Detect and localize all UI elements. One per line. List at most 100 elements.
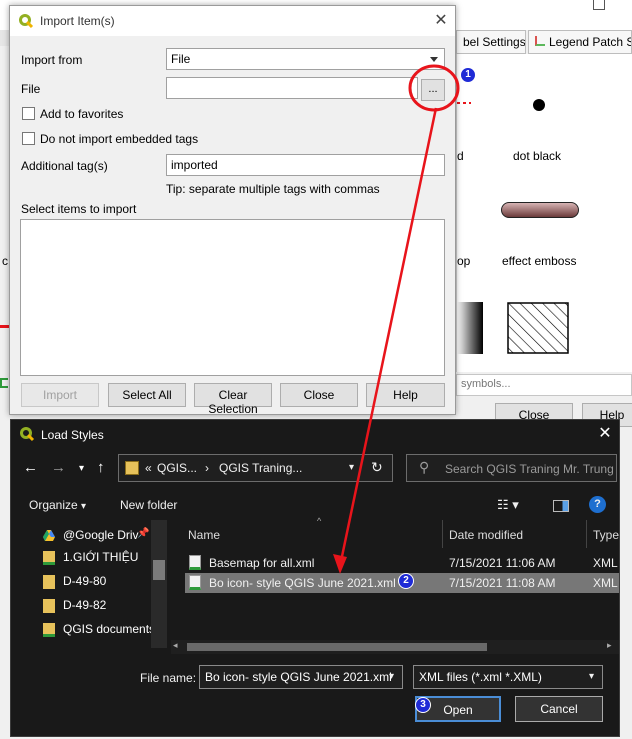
button-label: Clear Selection <box>208 388 258 416</box>
button-label: ... <box>428 83 438 95</box>
pin-icon: 📌 <box>137 528 150 539</box>
xml-file-icon <box>189 575 201 590</box>
horizontal-scrollbar[interactable]: ◂ ▸ <box>171 640 619 654</box>
search-placeholder: Search QGIS Traning Mr. Trung <box>445 462 614 476</box>
chevron-down-icon[interactable]: ▾ <box>589 671 594 682</box>
close-icon[interactable]: ✕ <box>595 424 615 444</box>
sidebar-label: D-49-80 <box>63 574 107 588</box>
file-date: 7/15/2021 11:08 AM <box>449 576 556 590</box>
file-name-row: File name: Bo icon- style QGIS June 2021… <box>11 664 619 692</box>
additional-tags-input[interactable]: imported <box>166 154 445 176</box>
file-date: 7/15/2021 11:06 AM <box>449 556 556 570</box>
items-list[interactable] <box>20 219 445 376</box>
close-icon[interactable]: ✕ <box>430 10 452 32</box>
organize-button[interactable]: Organize ▾ <box>29 498 86 512</box>
scrollbar-thumb[interactable] <box>187 643 487 651</box>
select-all-button[interactable]: Select All <box>108 383 186 407</box>
import-button[interactable]: Import <box>21 383 99 407</box>
add-to-favorites-label: Add to favorites <box>40 107 124 121</box>
file-type-select[interactable]: XML files (*.xml *.XML) <box>413 665 603 689</box>
step-badge-1: 1 <box>460 67 476 83</box>
breadcrumb-part[interactable]: QGIS Traning... <box>219 461 302 475</box>
gradient-fill-symbol[interactable] <box>457 302 483 354</box>
breadcrumb-part[interactable]: QGIS... <box>157 461 197 475</box>
chevron-down-icon[interactable]: ▾ <box>79 463 84 474</box>
up-arrow-icon[interactable]: ↑ <box>97 459 105 476</box>
dialog-title: Import Item(s) <box>40 14 115 28</box>
sidebar-label: 1.GIỚI THIỆU <box>63 550 139 564</box>
qgis-icon <box>20 427 35 442</box>
file-name: Basemap for all.xml <box>209 556 315 570</box>
select-items-label: Select items to import <box>21 202 137 216</box>
legend-patch-icon <box>535 36 545 46</box>
close-button[interactable]: Close <box>280 383 358 407</box>
dot-black-symbol[interactable] <box>533 99 545 111</box>
scroll-left-icon[interactable]: ◂ <box>173 640 178 651</box>
column-divider <box>586 520 587 548</box>
file-row[interactable]: Basemap for all.xml 7/15/2021 11:06 AM X… <box>185 553 619 573</box>
sidebar-label: D-49-82 <box>63 598 107 612</box>
import-titlebar: Import Item(s) ✕ <box>10 6 455 36</box>
new-folder-button[interactable]: New folder <box>120 498 177 512</box>
browse-button[interactable]: ... <box>421 79 445 101</box>
tags-tip: Tip: separate multiple tags with commas <box>166 182 380 196</box>
restore-button[interactable] <box>593 0 605 10</box>
file-name-input[interactable]: Bo icon- style QGIS June 2021.xml <box>199 665 403 689</box>
file-name-label: File name: <box>140 671 197 685</box>
symbol-grid: dot black d effect emboss op <box>456 54 632 372</box>
import-from-combo[interactable]: File <box>166 48 445 70</box>
clear-selection-button[interactable]: Clear Selection <box>194 383 272 416</box>
no-embedded-tags-checkbox[interactable] <box>22 132 35 145</box>
add-to-favorites-checkbox[interactable] <box>22 107 35 120</box>
column-header-date[interactable]: Date modified <box>449 528 523 542</box>
green-icon-fragment <box>0 378 8 388</box>
scrollbar-thumb[interactable] <box>153 560 165 580</box>
additional-tags-label: Additional tag(s) <box>21 159 108 173</box>
left-symbol-label: c <box>2 254 8 268</box>
symbol-label-partial: op <box>457 254 471 268</box>
breadcrumb-separator: › <box>205 461 209 475</box>
xml-file-icon <box>189 555 201 570</box>
symbol-search-input[interactable]: symbols... <box>456 374 632 396</box>
input-value: Bo icon- style QGIS June 2021.xml <box>205 670 392 684</box>
folder-icon <box>43 575 55 589</box>
style-tabs: bel Settings Legend Patch Sh <box>456 30 632 54</box>
back-arrow-icon[interactable]: ← <box>23 459 38 476</box>
folder-icon <box>43 551 55 565</box>
help-icon[interactable]: ? <box>589 496 606 513</box>
column-header-type[interactable]: Type <box>593 528 619 542</box>
user-folder-icon <box>125 461 139 475</box>
sidebar-scrollbar[interactable] <box>151 520 167 648</box>
hatch-fill-symbol[interactable] <box>507 302 569 354</box>
cancel-button[interactable]: Cancel <box>515 696 603 722</box>
effect-emboss-symbol[interactable] <box>501 202 579 218</box>
tab-label-settings[interactable]: bel Settings <box>456 30 526 54</box>
search-placeholder: symbols... <box>461 378 511 390</box>
help-button[interactable]: Help <box>366 383 445 407</box>
button-label: Organize <box>29 498 78 512</box>
file-list: ^ Name Date modified Type Basemap for al… <box>171 516 619 652</box>
view-options-icon[interactable]: ☷ ▾ <box>497 497 519 513</box>
chevron-down-icon[interactable]: ▾ <box>349 462 354 473</box>
import-from-label: Import from <box>21 53 83 67</box>
button-label: Help <box>393 388 418 402</box>
preview-pane-icon[interactable] <box>553 500 569 512</box>
button-label: Cancel <box>540 702 578 716</box>
folder-icon <box>43 599 55 613</box>
refresh-icon[interactable]: ↻ <box>371 459 383 476</box>
column-divider <box>442 520 443 548</box>
tab-legend-patch[interactable]: Legend Patch Sh <box>528 30 632 54</box>
search-input[interactable]: ⚲ Search QGIS Traning Mr. Trung <box>406 454 617 482</box>
navigation-pane: @Google Driv 📌 1.GIỚI THIỆU D-49-80 D-49… <box>11 520 169 650</box>
chevron-down-icon[interactable]: ▾ <box>389 671 394 682</box>
file-path-input[interactable] <box>166 77 418 99</box>
file-label: File <box>21 82 41 96</box>
search-icon: ⚲ <box>419 459 430 475</box>
scroll-right-icon[interactable]: ▸ <box>607 640 612 651</box>
forward-arrow-icon[interactable]: → <box>51 459 66 476</box>
tab-label: bel Settings <box>463 35 526 49</box>
chevron-down-icon: ▾ <box>81 501 87 512</box>
symbol-label-partial: d <box>457 149 464 163</box>
column-header-name[interactable]: Name <box>188 528 220 542</box>
address-bar[interactable]: « QGIS... › QGIS Traning... ▾ ↻ <box>118 454 393 482</box>
